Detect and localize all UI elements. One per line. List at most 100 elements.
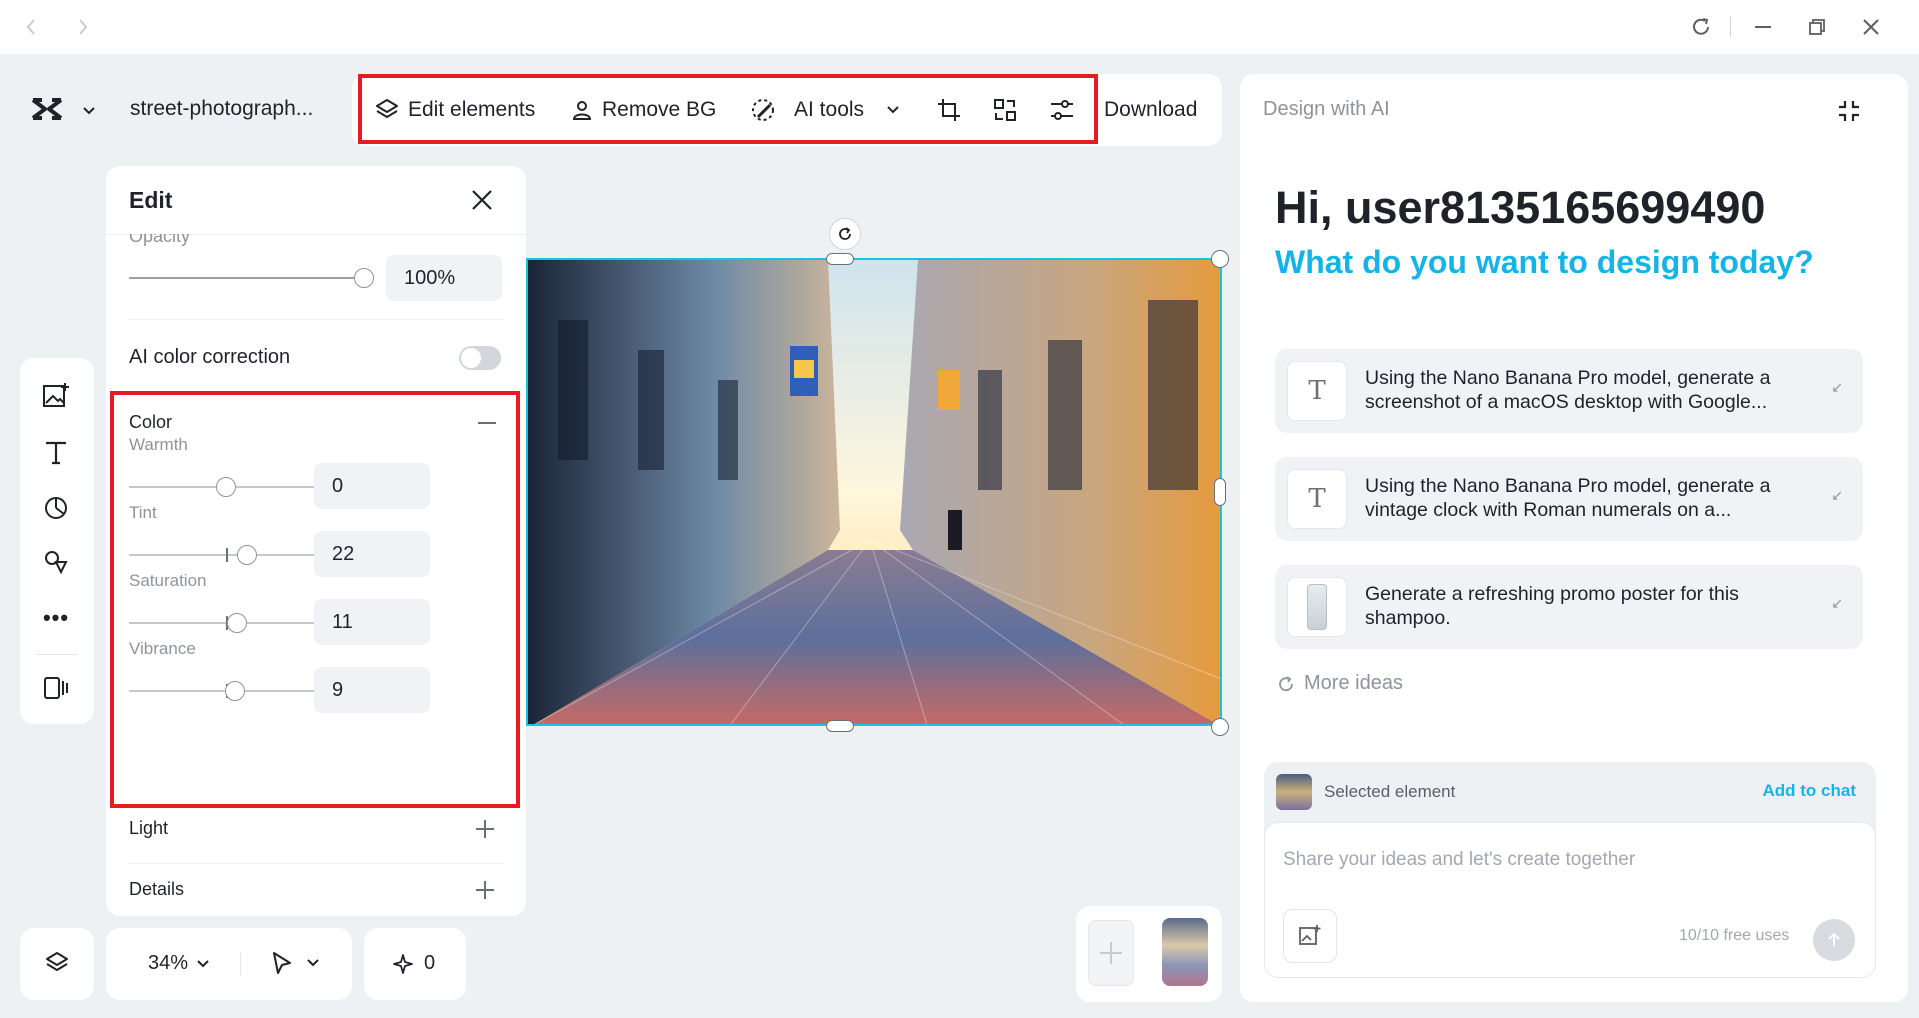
details-section-title: Details	[129, 879, 185, 899]
opacity-slider-track[interactable]	[129, 277, 359, 279]
slider-knob[interactable]	[216, 477, 236, 497]
suggestion-card[interactable]: T Using the Nano Banana Pro model, gener…	[1275, 457, 1863, 541]
ai-panel-header: Design with AI	[1263, 98, 1390, 120]
slider-value[interactable]: 22	[314, 531, 430, 577]
sliders-icon	[1051, 100, 1073, 120]
logo-menu[interactable]	[30, 94, 96, 129]
add-to-chat-button[interactable]: Add to chat	[1763, 781, 1857, 801]
resize-handle-top[interactable]	[826, 253, 854, 265]
zoom-value: 34%	[148, 952, 189, 974]
design-prompt: What do you want to design today?	[1275, 244, 1814, 280]
resize-corner-bottom-right[interactable]	[1211, 718, 1229, 736]
resize-handle-right[interactable]	[1214, 478, 1226, 506]
layers-icon	[376, 99, 398, 118]
greeting: Hi, user8135165699490	[1275, 182, 1766, 233]
chevron-down-icon	[82, 103, 96, 121]
zoom-dropdown[interactable]: 34%	[148, 952, 210, 975]
suggestion-text: Using the Nano Banana Pro model, generat…	[1365, 367, 1771, 413]
more-ideas-button[interactable]: More ideas	[1276, 672, 1403, 695]
arrow-up-icon	[1828, 932, 1840, 946]
suggestion-card[interactable]: T Using the Nano Banana Pro model, gener…	[1275, 349, 1863, 433]
shampoo-image-thumbnail	[1287, 577, 1347, 637]
close-icon[interactable]	[470, 188, 494, 217]
image-add-icon[interactable]	[36, 376, 76, 416]
suggestion-text: Using the Nano Banana Pro model, generat…	[1365, 475, 1771, 521]
layers-button[interactable]	[20, 928, 94, 1000]
ai-color-correction-toggle[interactable]	[459, 346, 501, 370]
back-icon[interactable]	[18, 14, 44, 40]
slider-center-tick	[226, 548, 228, 562]
opacity-value[interactable]: 100%	[386, 255, 502, 301]
add-page-button[interactable]	[1088, 920, 1134, 986]
slider-label: Tint	[129, 503, 157, 522]
ai-color-correction-label: AI color correction	[129, 346, 291, 368]
suggestion-text: Generate a refreshing promo poster for t…	[1365, 583, 1739, 629]
edit-elements-label: Edit elements	[408, 98, 536, 121]
slider-value[interactable]: 11	[314, 599, 430, 645]
slider-label: Saturation	[129, 571, 207, 590]
slider-knob[interactable]	[224, 681, 245, 701]
cursor-icon	[273, 952, 291, 974]
sidebar-divider	[36, 654, 78, 655]
magic-wand-icon	[752, 99, 774, 121]
resize-corner-top-right[interactable]	[1211, 250, 1229, 268]
chat-input-placeholder: Share your ideas and let's create togeth…	[1283, 849, 1636, 870]
color-section-title: Color	[129, 412, 173, 432]
slider-knob[interactable]	[226, 613, 247, 633]
slider-knob[interactable]	[237, 545, 258, 565]
attach-image-button[interactable]	[1283, 909, 1337, 963]
slider-value[interactable]: 9	[314, 667, 430, 713]
refresh-icon	[1279, 675, 1293, 691]
arrow-icon: ↙	[1831, 487, 1843, 503]
download-button[interactable]: Download	[1104, 74, 1197, 146]
swap-icon	[994, 99, 1016, 121]
sparkle-icon	[393, 953, 413, 974]
titlebar-divider	[1730, 17, 1731, 37]
divider	[129, 319, 503, 320]
page-thumbnail[interactable]	[1162, 918, 1208, 986]
opacity-slider-knob[interactable]	[354, 268, 374, 288]
adjust-button[interactable]	[1048, 74, 1076, 146]
minimize-icon[interactable]	[1750, 14, 1776, 40]
chat-input-box[interactable]: Share your ideas and let's create togeth…	[1264, 822, 1876, 978]
ai-tools-label: AI tools	[794, 98, 865, 121]
remove-bg-button[interactable]: Remove BG	[570, 74, 716, 146]
send-button[interactable]	[1813, 919, 1855, 961]
pointer-dropdown[interactable]	[270, 950, 320, 976]
edit-elements-button[interactable]: Edit elements	[374, 74, 535, 146]
text-icon: T	[1287, 469, 1347, 529]
suggestion-card[interactable]: Generate a refreshing promo poster for t…	[1275, 565, 1863, 649]
more-icon[interactable]: •••	[36, 598, 76, 638]
crop-button[interactable]	[936, 74, 962, 146]
file-name[interactable]: street-photograph...	[130, 97, 313, 121]
free-uses-label: 10/10 free uses	[1679, 927, 1790, 944]
replace-button[interactable]	[992, 74, 1018, 146]
shapes-icon[interactable]	[36, 488, 76, 528]
text-icon: T	[1287, 361, 1347, 421]
rotate-handle-icon[interactable]	[829, 218, 861, 250]
more-ideas-label: More ideas	[1304, 672, 1403, 694]
resize-handle-bottom[interactable]	[826, 720, 854, 732]
refresh-icon[interactable]	[1688, 14, 1714, 40]
restore-icon[interactable]	[1804, 14, 1830, 40]
close-window-icon[interactable]	[1858, 14, 1884, 40]
text-tool-icon[interactable]	[36, 432, 76, 472]
arrow-icon: ↙	[1831, 379, 1843, 395]
collapse-panel-icon[interactable]	[1836, 98, 1862, 129]
forward-icon[interactable]	[70, 14, 96, 40]
elements-icon[interactable]	[36, 542, 76, 582]
edit-panel: Edit Opacity 100% AI color correction Co…	[106, 166, 526, 916]
expand-light-icon[interactable]	[474, 818, 496, 845]
collapse-icon[interactable]	[478, 422, 496, 424]
ai-tools-button[interactable]: AI tools	[750, 74, 900, 146]
person-icon	[572, 101, 592, 120]
slider-value[interactable]: 0	[314, 463, 430, 509]
pages-icon[interactable]	[36, 668, 76, 708]
layers-icon	[46, 952, 68, 971]
selected-element-thumbnail	[1276, 774, 1312, 810]
canvas-image[interactable]	[526, 258, 1222, 726]
arrow-icon: ↙	[1831, 595, 1843, 611]
expand-details-icon[interactable]	[474, 879, 496, 906]
ai-credits[interactable]: 0	[364, 928, 466, 1000]
image-add-icon	[1299, 925, 1321, 945]
